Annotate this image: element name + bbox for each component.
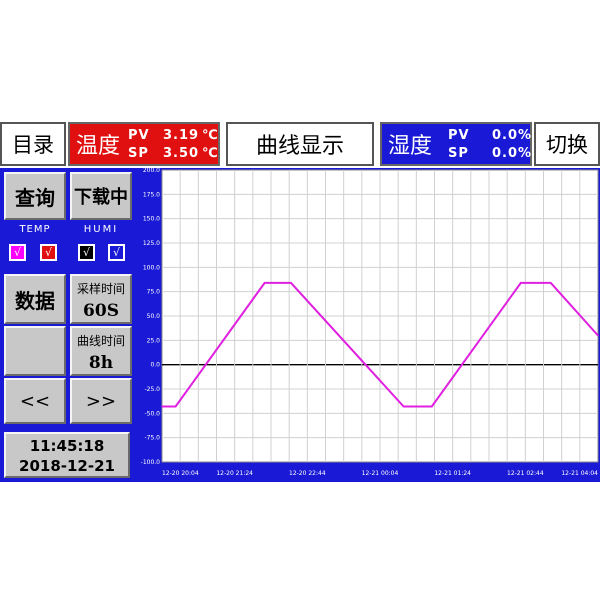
humi-sp-tag: SP: [448, 146, 469, 161]
y-tick-label: 75.0: [147, 289, 161, 296]
humi-sp-unit: %: [518, 146, 533, 161]
y-tick-label: 125.0: [143, 240, 160, 247]
temp-toggle-group: TEMP √ √: [4, 224, 66, 270]
y-tick-label: 175.0: [143, 191, 160, 198]
humi-sp-value: 0.0: [492, 146, 519, 161]
page-title: 曲线显示: [226, 122, 374, 166]
curve-point: [519, 282, 522, 284]
humi-tag: HUMI: [83, 224, 119, 235]
clock-display: 11:45:18 2018-12-21: [4, 432, 130, 478]
temp-pv-value: 3.19: [163, 128, 200, 143]
curve-time-value: 8h: [88, 353, 114, 373]
humidity-label: 湿度: [388, 134, 433, 159]
humidity-status: 湿度 PV 0.0 % SP 0.0 %: [380, 122, 532, 166]
y-tick-label: 25.0: [147, 337, 161, 344]
temperature-label: 温度: [76, 134, 121, 159]
temperature-status: 温度 PV 3.19 ℃ SP 3.50 ℃: [68, 122, 220, 166]
trend-chart: 200.0 175.0 150.0 125.0 100.0 75.0 50.0 25.0 0.0…: [136, 168, 600, 482]
temp-tag: TEMP: [19, 224, 51, 235]
clock-date: 2018-12-21: [19, 457, 115, 475]
x-tick-label: 12-20 20:04: [162, 470, 199, 477]
humi-pv-value: 0.0: [492, 128, 519, 143]
sample-time-label: 采样时间: [76, 282, 125, 296]
y-tick-label: 150.0: [143, 216, 160, 223]
temp-sp-unit: ℃: [202, 146, 219, 161]
temp-pv-checkbox[interactable]: √: [9, 244, 26, 261]
downloading-button[interactable]: 下载中: [70, 172, 132, 220]
temp-sp-tag: SP: [128, 146, 149, 161]
y-tick-label: 50.0: [147, 313, 161, 320]
humi-sp-checkbox[interactable]: √: [108, 244, 125, 261]
temp-pv-unit: ℃: [202, 128, 219, 143]
curve-point: [290, 282, 292, 284]
blank-button[interactable]: [4, 326, 66, 376]
curve-point: [161, 405, 163, 408]
x-tick-label: 12-20 22:44: [289, 470, 326, 477]
x-tick-label: 12-21 02:44: [507, 470, 544, 477]
humi-pv-unit: %: [518, 128, 533, 143]
curve-time-label: 曲线时间: [76, 334, 125, 348]
switch-button[interactable]: 切换: [534, 122, 600, 166]
y-tick-label: 0.0: [150, 362, 160, 369]
hmi-screen: 目录 温度 PV 3.19 ℃ SP 3.50 ℃ 曲线显示 湿度 PV 0.0…: [0, 118, 600, 482]
x-tick-label: 12-21 00:04: [362, 470, 399, 477]
y-tick-label: 100.0: [143, 264, 160, 271]
temp-sp-value: 3.50: [163, 146, 200, 161]
query-button[interactable]: 查询: [4, 172, 66, 220]
y-tick-label: -100.0: [141, 459, 161, 466]
curve-point: [402, 405, 405, 408]
temp-pv-tag: PV: [128, 128, 150, 143]
curve-point: [597, 334, 599, 337]
humi-pv-tag: PV: [448, 128, 470, 143]
curve-point: [263, 282, 266, 284]
curve-point: [549, 282, 552, 284]
data-button[interactable]: 数据: [4, 274, 66, 324]
humi-pv-checkbox[interactable]: √: [78, 244, 95, 261]
x-tick-label: 12-20 21:24: [216, 470, 253, 477]
prev-page-button[interactable]: <<: [4, 378, 66, 424]
menu-button[interactable]: 目录: [0, 122, 66, 166]
y-tick-label: 200.0: [143, 168, 160, 174]
temp-sp-checkbox[interactable]: √: [40, 244, 57, 261]
curve-point: [430, 405, 433, 408]
humi-toggle-group: HUMI √ √: [70, 224, 132, 270]
sample-time-setting[interactable]: 采样时间 60S: [70, 274, 132, 324]
y-tick-label: -75.0: [144, 435, 160, 442]
sample-time-value: 60S: [83, 301, 119, 321]
curve-point: [174, 405, 177, 408]
clock-time: 11:45:18: [29, 437, 105, 455]
curve-time-setting[interactable]: 曲线时间 8h: [70, 326, 132, 376]
next-page-button[interactable]: >>: [70, 378, 132, 424]
y-tick-label: -50.0: [144, 410, 160, 417]
x-tick-label: 12-21 01:24: [434, 470, 471, 477]
x-tick-label: 12-21 04:04: [561, 470, 598, 477]
y-tick-label: -25.0: [144, 386, 160, 393]
